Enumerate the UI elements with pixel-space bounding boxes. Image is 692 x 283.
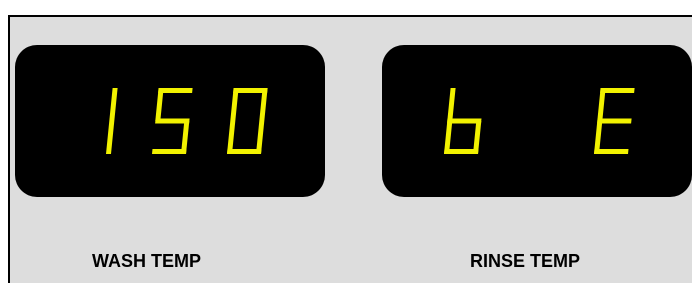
wash-temp-label: WASH TEMP [92, 251, 202, 271]
rinse-digit-3-segment-f [597, 88, 606, 121]
wash-digit-1-segment-b [109, 88, 118, 121]
control-panel: WASH TEMP RINSE TEMP [8, 15, 692, 283]
rinse-digit-3-segment-d [594, 149, 629, 154]
rinse-digit-1-segment-f [447, 88, 456, 121]
wash-temp-segments [106, 88, 268, 154]
wash-digit-3-segment-f [230, 88, 239, 121]
rinse-temp-label: RINSE TEMP [470, 251, 581, 271]
rinse-temp-display [382, 45, 692, 197]
wash-digit-2-segment-d [152, 149, 187, 154]
rinse-temp-segments [444, 88, 635, 154]
wash-temp-display [15, 45, 325, 197]
wash-digit-1-segment-c [106, 121, 115, 154]
wash-digit-2-segment-f [155, 88, 164, 121]
rinse-digit-1-segment-g [447, 118, 482, 124]
rinse-digit-1-segment-c [473, 121, 482, 154]
